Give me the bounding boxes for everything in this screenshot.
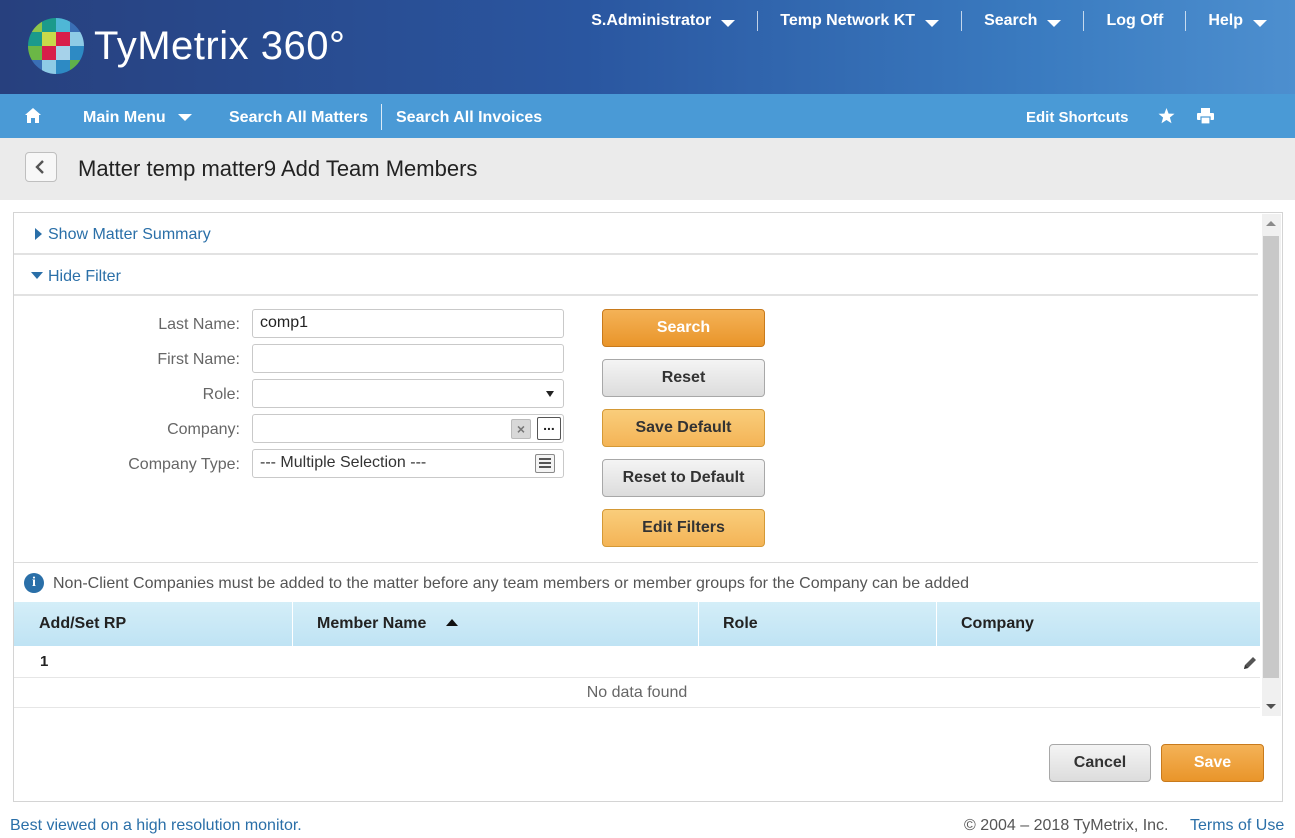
role-select[interactable] [252, 379, 564, 408]
table-header: Add/Set RP Member Name Role Company [14, 602, 1260, 646]
tymetrix-logo-icon [28, 18, 84, 74]
last-name-input[interactable]: comp1 [252, 309, 564, 338]
member-name-header-label: Member Name [317, 615, 427, 632]
company-label: Company: [167, 421, 240, 438]
company-input[interactable]: × ... [252, 414, 564, 443]
nav-divider [381, 104, 382, 130]
caret-right-icon [35, 228, 42, 240]
chevron-down-icon [1047, 19, 1062, 27]
footer-copyright: © 2004 – 2018 TyMetrix, Inc. [964, 817, 1169, 834]
first-name-input[interactable] [252, 344, 564, 373]
scroll-up-arrow-icon[interactable] [1266, 221, 1276, 226]
chevron-down-icon [177, 114, 192, 122]
role-label: Role: [202, 386, 240, 403]
last-name-label: Last Name: [158, 316, 240, 333]
search-button[interactable]: Search [602, 309, 765, 347]
table-pager-row: 1 [14, 646, 1260, 678]
column-divider [936, 602, 937, 646]
dropdown-arrow-icon [546, 391, 554, 397]
sort-ascending-icon [446, 619, 459, 626]
main-navbar: Main Menu Search All Matters Search All … [0, 94, 1295, 138]
hide-filter-label: Hide Filter [48, 268, 121, 285]
column-header-company[interactable]: Company [961, 602, 1034, 646]
column-header-add-set-rp[interactable]: Add/Set RP [39, 602, 126, 646]
edit-shortcuts-link[interactable]: Edit Shortcuts [1026, 94, 1129, 138]
company-lookup-button[interactable]: ... [537, 417, 561, 440]
home-icon[interactable] [24, 107, 42, 125]
main-menu-label: Main Menu [83, 109, 166, 126]
star-icon[interactable] [1158, 108, 1175, 124]
search-all-matters-link[interactable]: Search All Matters [229, 94, 368, 138]
edit-filters-button[interactable]: Edit Filters [602, 509, 765, 547]
reset-to-default-button[interactable]: Reset to Default [602, 459, 765, 497]
info-icon: i [24, 573, 44, 593]
page-number[interactable]: 1 [40, 653, 48, 670]
company-type-value: --- Multiple Selection --- [260, 454, 427, 471]
footer-note: Best viewed on a high resolution monitor… [10, 817, 302, 834]
divider [14, 294, 1258, 296]
help-menu-label: Help [1208, 12, 1243, 29]
show-matter-summary-toggle[interactable]: Show Matter Summary [35, 226, 211, 244]
cancel-button[interactable]: Cancel [1049, 744, 1151, 782]
divider [14, 253, 1258, 255]
column-divider [292, 602, 293, 646]
list-icon[interactable] [535, 454, 555, 473]
last-name-value: comp1 [260, 314, 309, 331]
search-menu-label: Search [984, 12, 1038, 29]
info-text: Non-Client Companies must be added to th… [53, 575, 970, 592]
terms-of-use-link[interactable]: Terms of Use [1190, 817, 1284, 835]
reset-button[interactable]: Reset [602, 359, 765, 397]
save-button[interactable]: Save [1161, 744, 1264, 782]
clear-icon[interactable]: × [511, 419, 531, 439]
chevron-down-icon [1253, 19, 1267, 27]
main-panel [13, 212, 1283, 802]
network-menu[interactable]: Temp Network KT [757, 11, 961, 31]
caret-down-icon [31, 272, 43, 279]
column-header-role[interactable]: Role [723, 602, 758, 646]
show-matter-summary-label: Show Matter Summary [48, 226, 211, 243]
first-name-label: First Name: [157, 351, 240, 368]
logoff-link[interactable]: Log Off [1083, 11, 1185, 31]
top-header: TyMetrix 360° S.Administrator Temp Netwo… [0, 0, 1295, 94]
table-row: No data found [14, 678, 1260, 708]
network-menu-label: Temp Network KT [780, 12, 916, 29]
company-type-multiselect[interactable]: --- Multiple Selection --- [252, 449, 564, 478]
logoff-label: Log Off [1106, 12, 1164, 29]
top-nav: S.Administrator Temp Network KT Search L… [569, 10, 1275, 32]
brand-name: TyMetrix 360° [94, 24, 346, 68]
print-icon[interactable] [1197, 108, 1214, 124]
chevron-down-icon [721, 19, 736, 27]
scrollbar-thumb[interactable] [1263, 236, 1279, 678]
search-all-invoices-link[interactable]: Search All Invoices [396, 94, 542, 138]
pencil-icon[interactable] [1242, 655, 1258, 671]
help-menu[interactable]: Help [1185, 11, 1275, 31]
save-default-button[interactable]: Save Default [602, 409, 765, 447]
column-header-member-name[interactable]: Member Name [317, 602, 459, 646]
main-menu[interactable]: Main Menu [83, 94, 192, 138]
chevron-left-icon [35, 160, 44, 174]
page-title: Matter temp matter9 Add Team Members [78, 156, 478, 181]
no-data-message: No data found [586, 684, 688, 701]
search-menu[interactable]: Search [961, 11, 1083, 31]
user-menu[interactable]: S.Administrator [569, 11, 757, 31]
page-title-bar: Matter temp matter9 Add Team Members [0, 138, 1295, 200]
user-menu-label: S.Administrator [591, 12, 712, 29]
column-divider [698, 602, 699, 646]
back-button[interactable] [25, 152, 57, 182]
hide-filter-toggle[interactable]: Hide Filter [31, 268, 121, 286]
info-message: i Non-Client Companies must be added to … [14, 562, 1258, 602]
scroll-down-arrow-icon[interactable] [1266, 704, 1276, 709]
chevron-down-icon [925, 19, 940, 27]
company-type-label: Company Type: [128, 456, 240, 473]
